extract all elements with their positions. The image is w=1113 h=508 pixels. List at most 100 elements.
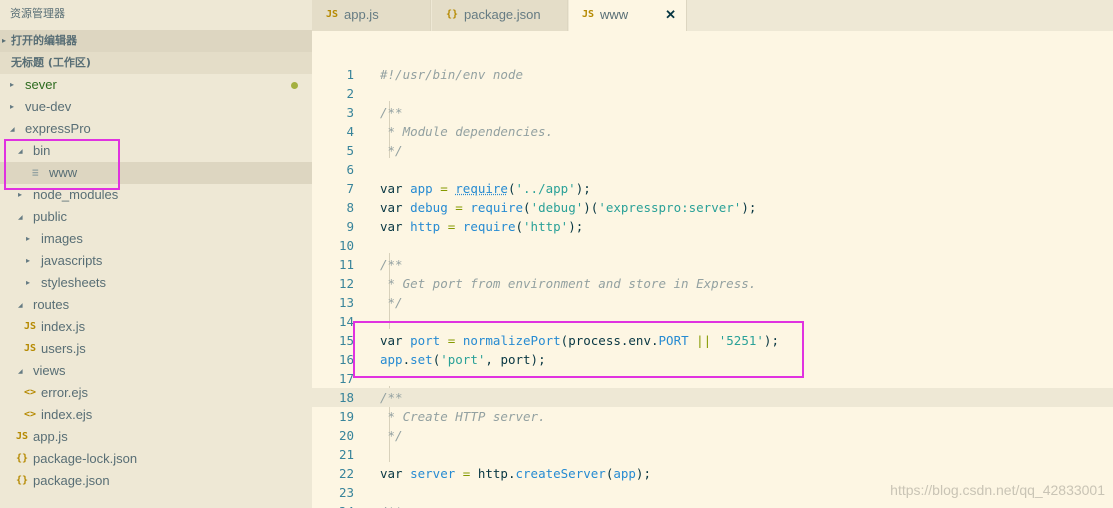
tree-item-package-json[interactable]: {} package.json [0, 470, 312, 492]
tree-item-label: vue-dev [25, 99, 72, 114]
code-line[interactable]: 9 var http = require('http'); [312, 217, 1113, 236]
tree-item-label: index.js [41, 319, 86, 334]
tree-item-index-js[interactable]: JS index.js [0, 316, 312, 338]
tree-item-label: routes [33, 297, 70, 312]
line-number: 22 [338, 466, 354, 481]
code-text: */ [380, 295, 403, 310]
chevron-down-icon[interactable]: ◢ [18, 207, 23, 229]
tree-item-label: index.ejs [41, 407, 93, 422]
chevron-down-icon[interactable]: ◢ [18, 361, 23, 383]
chevron-right-icon[interactable]: ▸ [26, 250, 30, 272]
code-line[interactable]: 10 [312, 236, 1113, 255]
tree-item-label: expressPro [25, 121, 91, 136]
tree-item-images[interactable]: ▸ images [0, 228, 312, 250]
tree-item-routes[interactable]: ◢ routes [0, 294, 312, 316]
tree-item-error-ejs[interactable]: <> error.ejs [0, 382, 312, 404]
tree-item-app-js[interactable]: JS app.js [0, 426, 312, 448]
tree-item-label: app.js [33, 429, 68, 444]
tree-item-label: public [33, 209, 67, 224]
workspace-section[interactable]: 无标题 (工作区) [0, 52, 312, 74]
close-icon[interactable]: ✕ [665, 0, 676, 30]
code-line[interactable]: 2 [312, 84, 1113, 103]
code-line[interactable]: 20 */ [312, 426, 1113, 445]
code-text: /** [380, 105, 403, 120]
tree-item-label: sever [25, 77, 57, 92]
tree-item-label: users.js [41, 341, 86, 356]
line-number: 3 [346, 105, 354, 120]
tab-package-json[interactable]: {} package.json [432, 0, 568, 31]
tree-item-package-lock-json[interactable]: {} package-lock.json [0, 448, 312, 470]
code-line[interactable]: 12 * Get port from environment and store… [312, 274, 1113, 293]
tree-item-sever[interactable]: ▸ sever [0, 74, 312, 96]
tab-label: package.json [464, 7, 541, 22]
chevron-down-icon[interactable]: ◢ [10, 119, 15, 141]
tree-item-expresspro[interactable]: ◢ expressPro [0, 118, 312, 140]
tree-item-vue-dev[interactable]: ▸ vue-dev [0, 96, 312, 118]
chevron-down-icon[interactable]: ◢ [18, 295, 23, 317]
js-file-icon: JS [582, 9, 595, 20]
ejs-file-icon: <> [24, 387, 37, 398]
js-file-icon: JS [326, 9, 339, 20]
tree-item-stylesheets[interactable]: ▸ stylesheets [0, 272, 312, 294]
editor-tabs: JS app.js {} package.json JS www ✕ [312, 0, 1113, 31]
line-number: 14 [338, 314, 354, 329]
watermark-text: https://blog.csdn.net/qq_42833001 [890, 482, 1105, 498]
code-line[interactable]: 8 var debug = require('debug')('expresspr… [312, 198, 1113, 217]
chevron-right-icon[interactable]: ▸ [26, 228, 30, 250]
line-number: 17 [338, 371, 354, 386]
tree-item-index-ejs[interactable]: <> index.ejs [0, 404, 312, 426]
code-text: var http = require('http'); [380, 219, 584, 234]
js-file-icon: JS [24, 321, 37, 332]
open-editors-section[interactable]: ▸ 打开的编辑器 [0, 30, 312, 52]
tree-item-label: images [41, 231, 83, 246]
tree-item-users-js[interactable]: JS users.js [0, 338, 312, 360]
code-text: #!/usr/bin/env node [380, 67, 523, 82]
ejs-file-icon: <> [24, 409, 37, 420]
code-line[interactable]: 21 [312, 445, 1113, 464]
code-line[interactable]: 24 /** [312, 502, 1113, 508]
line-number: 9 [346, 219, 354, 234]
json-file-icon: {} [16, 475, 29, 486]
code-line[interactable]: 1 #!/usr/bin/env node [312, 65, 1113, 84]
tree-item-views[interactable]: ◢ views [0, 360, 312, 382]
code-text: var server = http.createServer(app); [380, 466, 651, 481]
tab-www[interactable]: JS www ✕ [569, 0, 687, 31]
tree-item-label: error.ejs [41, 385, 88, 400]
tree-item-label: javascripts [41, 253, 103, 268]
tree-item-label: package-lock.json [33, 451, 138, 466]
line-number: 20 [338, 428, 354, 443]
line-number: 13 [338, 295, 354, 310]
file-tree: ▸ sever ▸ vue-dev ◢ expressPro ◢ bin ≡ www ▸ node_m… [0, 74, 312, 492]
line-number: 10 [338, 238, 354, 253]
line-number: 12 [338, 276, 354, 291]
code-line[interactable]: 18 /** [312, 388, 1113, 407]
tree-item-public[interactable]: ◢ public [0, 206, 312, 228]
line-number: 15 [338, 333, 354, 348]
code-text: /** [380, 390, 403, 405]
code-line[interactable]: 5 */ [312, 141, 1113, 160]
line-number: 11 [338, 257, 354, 272]
code-line[interactable]: 19 * Create HTTP server. [312, 407, 1113, 426]
code-line[interactable]: 7 var app = require('../app'); [312, 179, 1113, 198]
modified-dot-icon [291, 82, 298, 89]
line-number: 18 [338, 390, 354, 405]
tab-app-js[interactable]: JS app.js [312, 0, 431, 31]
line-number: 19 [338, 409, 354, 424]
tree-item-label: views [33, 363, 66, 378]
explorer-sidebar: 资源管理器 ▸ 打开的编辑器 无标题 (工作区) ▸ sever ▸ vue-dev ◢… [0, 0, 312, 508]
chevron-right-icon[interactable]: ▸ [10, 96, 14, 118]
code-line[interactable]: 4 * Module dependencies. [312, 122, 1113, 141]
chevron-right-icon[interactable]: ▸ [10, 74, 14, 96]
code-line[interactable]: 11 /** [312, 255, 1113, 274]
tree-item-javascripts[interactable]: ▸ javascripts [0, 250, 312, 272]
code-line[interactable]: 22 var server = http.createServer(app); [312, 464, 1113, 483]
code-line[interactable]: 13 */ [312, 293, 1113, 312]
chevron-right-icon: ▸ [2, 36, 7, 45]
tree-item-label: stylesheets [41, 275, 107, 290]
code-editor[interactable]: 1 #!/usr/bin/env node 2 3 /** 4 * Module depe… [312, 31, 1113, 508]
chevron-right-icon[interactable]: ▸ [26, 272, 30, 294]
code-line[interactable]: 6 [312, 160, 1113, 179]
highlight-box-bin [4, 139, 120, 190]
line-number: 16 [338, 352, 354, 367]
code-line[interactable]: 3 /** [312, 103, 1113, 122]
